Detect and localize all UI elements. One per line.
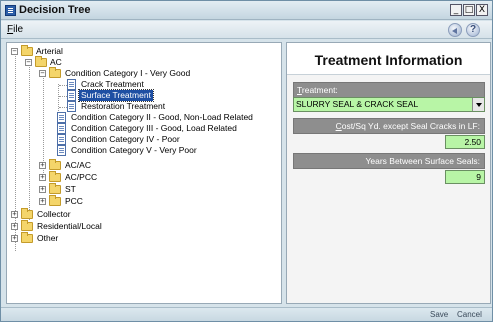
treatment-select-value: SLURRY SEAL & CRACK SEAL	[296, 99, 419, 109]
tree-node-label: Collector	[37, 209, 71, 219]
expand-toggle[interactable]: +	[11, 235, 18, 242]
document-icon	[57, 112, 66, 123]
folder-icon	[49, 67, 61, 78]
tree-line	[59, 107, 67, 108]
folder-icon	[49, 183, 61, 194]
tree-node-label: Condition Category II - Good, Non-Load R…	[71, 112, 253, 122]
treatment-info-panel: Treatment Information Treatment: SLURRY …	[286, 42, 491, 304]
folder-icon	[21, 232, 33, 243]
tree-line	[43, 73, 44, 175]
folder-icon	[21, 45, 33, 56]
folder-icon	[49, 159, 61, 170]
document-icon	[57, 134, 66, 145]
tree-node-label-selected: Surface Treatment	[78, 89, 154, 102]
back-arrow-icon[interactable]	[448, 23, 462, 37]
collapse-toggle[interactable]: −	[39, 70, 46, 77]
expand-toggle[interactable]: +	[11, 223, 18, 230]
document-icon	[57, 145, 66, 156]
treatment-label: Treatment:	[293, 82, 485, 98]
document-icon	[67, 79, 76, 90]
document-icon	[57, 123, 66, 134]
expand-toggle[interactable]: +	[39, 198, 46, 205]
document-icon	[67, 101, 76, 112]
minimize-button[interactable]: _	[450, 4, 462, 16]
tree-line	[15, 51, 16, 251]
expand-toggle[interactable]: +	[11, 211, 18, 218]
expand-toggle[interactable]: +	[39, 186, 46, 193]
panel-title: Treatment Information	[314, 52, 463, 68]
chevron-down-icon[interactable]	[472, 98, 484, 111]
expand-toggle[interactable]: +	[39, 174, 46, 181]
collapse-toggle[interactable]: −	[25, 59, 32, 66]
tree-node-label: PCC	[65, 196, 83, 206]
tree-node-label: Residential/Local	[37, 221, 102, 231]
help-icon[interactable]: ?	[466, 23, 480, 37]
tree-node-label: Other	[37, 233, 59, 243]
menu-bar: File ?	[1, 21, 492, 39]
tree-node-label: Crack Treatment	[81, 79, 144, 89]
years-input[interactable]: 9	[445, 170, 485, 184]
tree-node-label: Condition Category I - Very Good	[65, 68, 191, 78]
tree-node-label: ST	[65, 184, 76, 194]
expand-toggle[interactable]: +	[39, 162, 46, 169]
folder-icon	[49, 171, 61, 182]
folder-icon	[49, 195, 61, 206]
treatment-select[interactable]: SLURRY SEAL & CRACK SEAL	[293, 97, 485, 112]
panel-header: Treatment Information	[287, 43, 490, 75]
tree-line	[29, 62, 30, 220]
document-icon	[67, 90, 76, 101]
folder-icon	[21, 208, 33, 219]
app-icon	[5, 5, 16, 16]
cancel-button[interactable]: Cancel	[457, 310, 482, 319]
tree-node-label: Condition Category IV - Poor	[71, 134, 180, 144]
cost-input[interactable]: 2.50	[445, 135, 485, 149]
tree-node-label: AC/AC	[65, 160, 91, 170]
tree-node-label: Condition Category V - Very Poor	[71, 145, 197, 155]
maximize-button[interactable]: □	[463, 4, 475, 16]
cost-label: Cost/Sq Yd. except Seal Cracks in LF:	[293, 118, 485, 134]
decision-tree-view[interactable]: − Arterial − AC − Condition Category I -…	[6, 42, 282, 304]
tree-node-label: Condition Category III - Good, Load Rela…	[71, 123, 237, 133]
folder-icon	[21, 220, 33, 231]
title-bar[interactable]: Decision Tree _ □ X	[1, 1, 492, 20]
tree-line	[59, 96, 67, 97]
window-title: Decision Tree	[19, 4, 91, 16]
tree-node-label: Restoration Treatment	[81, 101, 166, 111]
folder-icon	[35, 56, 47, 67]
decision-tree-window: Decision Tree _ □ X File ? − Arterial − …	[0, 0, 493, 322]
tree-node-label: AC/PCC	[65, 172, 98, 182]
years-label: Years Between Surface Seals:	[293, 153, 485, 169]
save-button[interactable]: Save	[430, 310, 448, 319]
menu-file[interactable]: File	[7, 24, 23, 35]
bottom-button-bar: Save Cancel	[1, 307, 492, 321]
close-button[interactable]: X	[476, 4, 488, 16]
tree-line	[59, 85, 67, 86]
collapse-toggle[interactable]: −	[11, 48, 18, 55]
